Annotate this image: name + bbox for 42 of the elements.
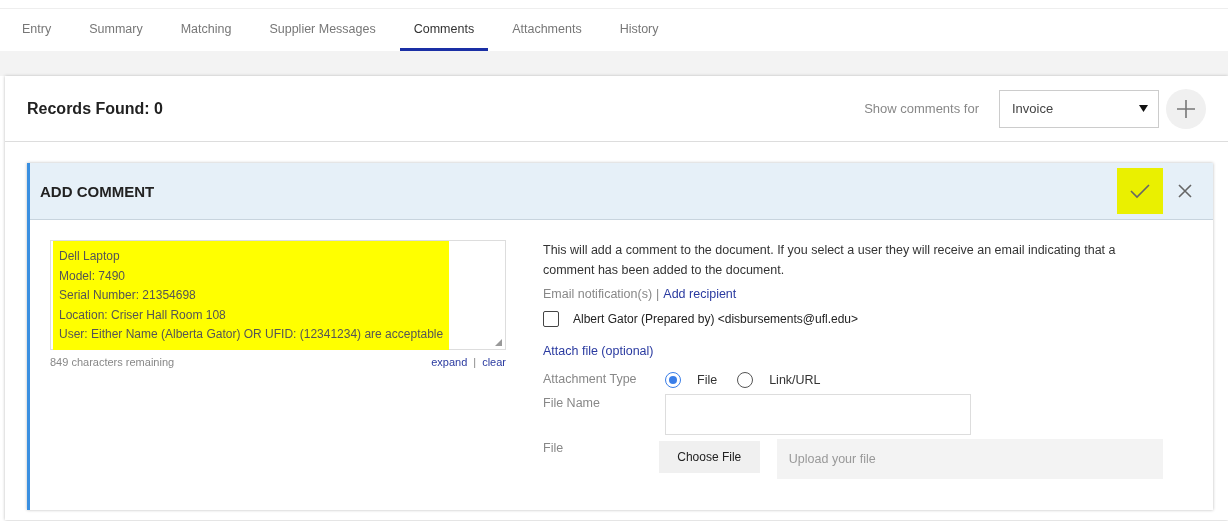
characters-remaining: 849 characters remaining bbox=[50, 356, 176, 368]
add-button[interactable] bbox=[1166, 88, 1206, 129]
checkbox[interactable] bbox=[543, 311, 559, 327]
radio-option[interactable]: File bbox=[665, 372, 718, 388]
upload-field[interactable]: Upload your file bbox=[776, 439, 1163, 479]
field-label: File Name bbox=[543, 395, 601, 410]
tab[interactable]: Supplier Messages bbox=[255, 9, 390, 51]
comment-field[interactable]: Dell Laptop Model: 7490 Serial Number: 21354698 Location: Criser Hall Room 108 User: Either Name (Alberta Gator) OR UFID: (12341234) are acceptable bbox=[50, 240, 506, 350]
add-recipient-link[interactable]: Add recipient bbox=[663, 287, 737, 301]
confirm-button[interactable] bbox=[1117, 168, 1163, 214]
separator: | bbox=[656, 287, 660, 301]
choose-file-button[interactable]: Choose File bbox=[658, 441, 760, 473]
tab[interactable]: Attachments bbox=[498, 9, 596, 51]
tab[interactable]: Matching bbox=[166, 9, 246, 51]
comment-line: Serial Number: 21354698 bbox=[59, 287, 197, 304]
caret-icon bbox=[1139, 105, 1148, 112]
comment-line: User: Either Name (Alberta Gator) OR UFID: (12341234) are acceptable bbox=[59, 326, 444, 343]
panel-title: ADD COMMENT bbox=[40, 182, 156, 200]
resize-grip-icon bbox=[495, 339, 502, 346]
tab[interactable]: Summary bbox=[75, 9, 157, 51]
tab[interactable]: History bbox=[605, 9, 673, 51]
plus-icon bbox=[1176, 98, 1196, 119]
check-icon bbox=[1130, 183, 1150, 199]
field-label: File bbox=[543, 440, 565, 455]
radio-option[interactable]: Link/URL bbox=[737, 372, 821, 388]
filter-label: Show comments for bbox=[864, 101, 979, 116]
comment-line: Dell Laptop bbox=[59, 248, 121, 265]
tab[interactable]: Entry bbox=[8, 9, 66, 51]
records-count: Records Found: 0 bbox=[27, 99, 164, 118]
expand-link[interactable]: expand bbox=[431, 356, 468, 368]
field-label: Attachment Type bbox=[543, 371, 638, 386]
info-text: This will add a comment to the document. If you select a user they will receive an email indicating that a comment has been added to the document. bbox=[543, 242, 1117, 279]
separator: | bbox=[473, 356, 477, 368]
clear-link[interactable]: clear bbox=[482, 356, 506, 368]
email-label: Email notification(s) bbox=[543, 287, 653, 301]
file-name-field[interactable] bbox=[665, 394, 971, 435]
comments-dropdown[interactable]: Invoice bbox=[999, 89, 1159, 128]
attach-file-link[interactable]: Attach file (optional) bbox=[543, 344, 1163, 358]
comment-line: Model: 7490 bbox=[59, 267, 127, 285]
close-icon bbox=[1178, 184, 1192, 198]
comment-line: Location: Criser Hall Room 108 bbox=[59, 306, 227, 324]
recipient-label: Albert Gator (Prepared by) <disbursements@ufl.edu> bbox=[573, 312, 858, 326]
